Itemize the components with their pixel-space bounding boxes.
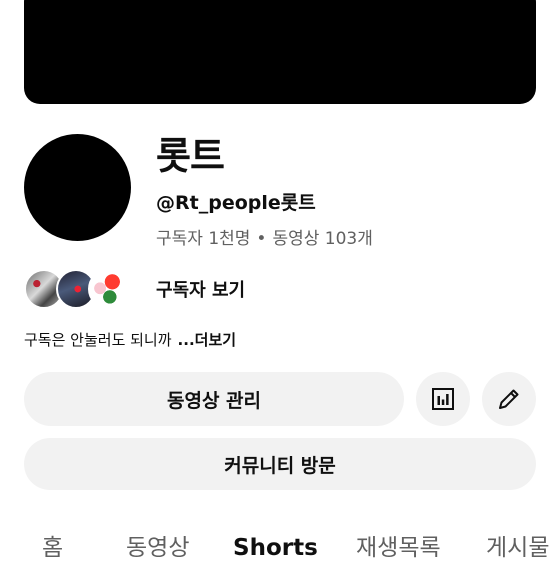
subscriber-avatar: [88, 269, 128, 309]
video-count: 동영상 103개: [272, 229, 373, 249]
analytics-button[interactable]: [416, 372, 470, 426]
description-text: 구독은 안눌러도 되니까: [24, 331, 172, 349]
manage-videos-button[interactable]: 동영상 관리: [24, 372, 404, 426]
channel-banner: [24, 0, 536, 104]
tab-videos[interactable]: 동영상: [126, 528, 189, 568]
bar-chart-icon: [432, 388, 454, 410]
visit-community-button[interactable]: 커뮤니티 방문: [24, 438, 536, 490]
see-subscribers-link[interactable]: 구독자 보기: [156, 278, 245, 304]
tab-playlists[interactable]: 재생목록: [356, 528, 441, 568]
more-link[interactable]: ...더보기: [178, 331, 237, 349]
channel-stats: 구독자 1천명 • 동영상 103개: [156, 227, 373, 251]
edit-channel-button[interactable]: [482, 372, 536, 426]
channel-avatar[interactable]: [24, 134, 131, 241]
subscriber-avatars[interactable]: [24, 269, 136, 311]
channel-handle: @Rt_people롯트: [156, 192, 316, 214]
pencil-icon: [499, 389, 519, 409]
stats-separator: •: [256, 229, 267, 249]
subscriber-count: 구독자 1천명: [156, 229, 251, 249]
tab-shorts[interactable]: Shorts: [233, 528, 318, 568]
channel-name: 롯트: [156, 134, 225, 178]
channel-description[interactable]: 구독은 안눌러도 되니까 ...더보기: [24, 329, 236, 351]
tab-home[interactable]: 홈: [42, 528, 63, 568]
channel-tabs: 홈 동영상 Shorts 재생목록 게시물: [0, 528, 560, 568]
tab-posts[interactable]: 게시물: [486, 528, 549, 568]
